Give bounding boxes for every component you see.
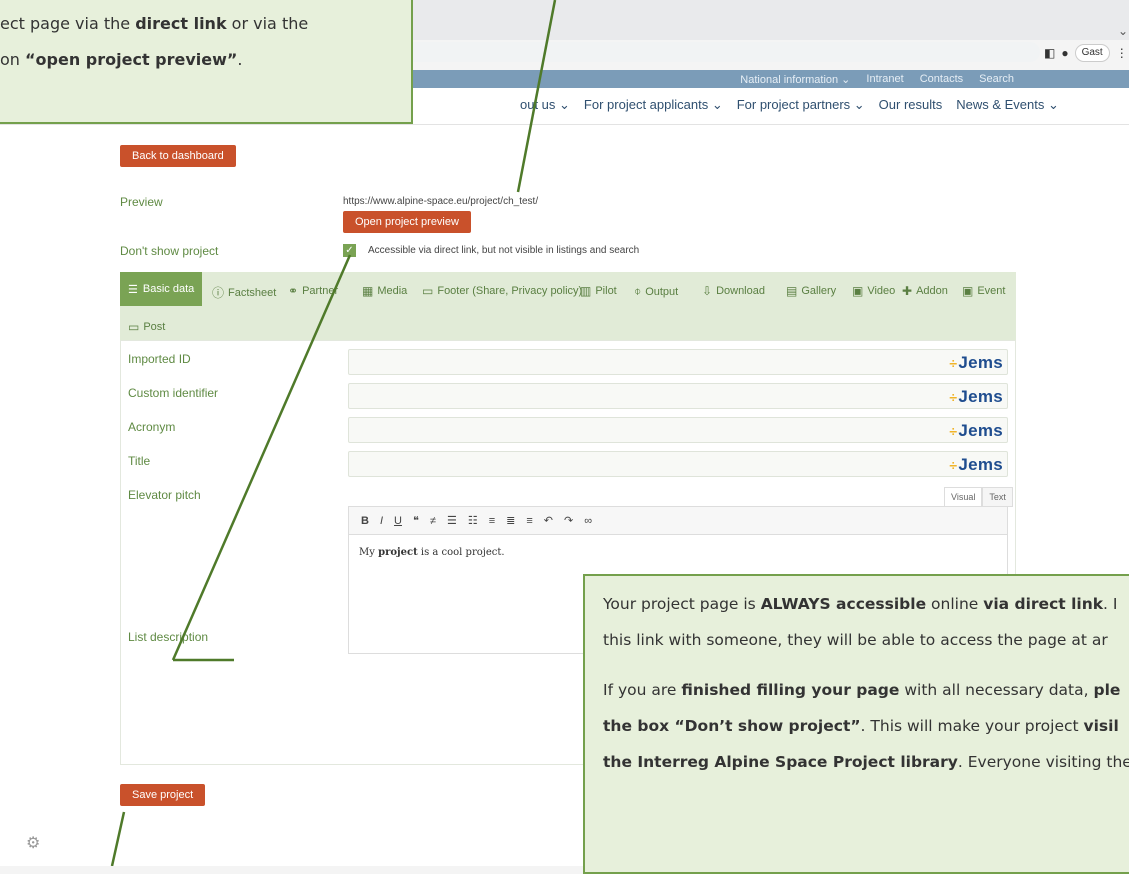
- callout-bottom-para1: Your project page is ALWAYS accessible o…: [603, 595, 1118, 649]
- callout-visibility-info: Your project page is ALWAYS accessible o…: [583, 574, 1129, 874]
- callout-top-line2: on “open project preview”.: [0, 50, 243, 69]
- callout-preview-info: ect page via the direct link or via the …: [0, 0, 413, 124]
- callout-top-line1: ect page via the direct link or via the: [0, 14, 309, 33]
- callout-bottom-para2: If you are finished filling your page wi…: [603, 681, 1129, 771]
